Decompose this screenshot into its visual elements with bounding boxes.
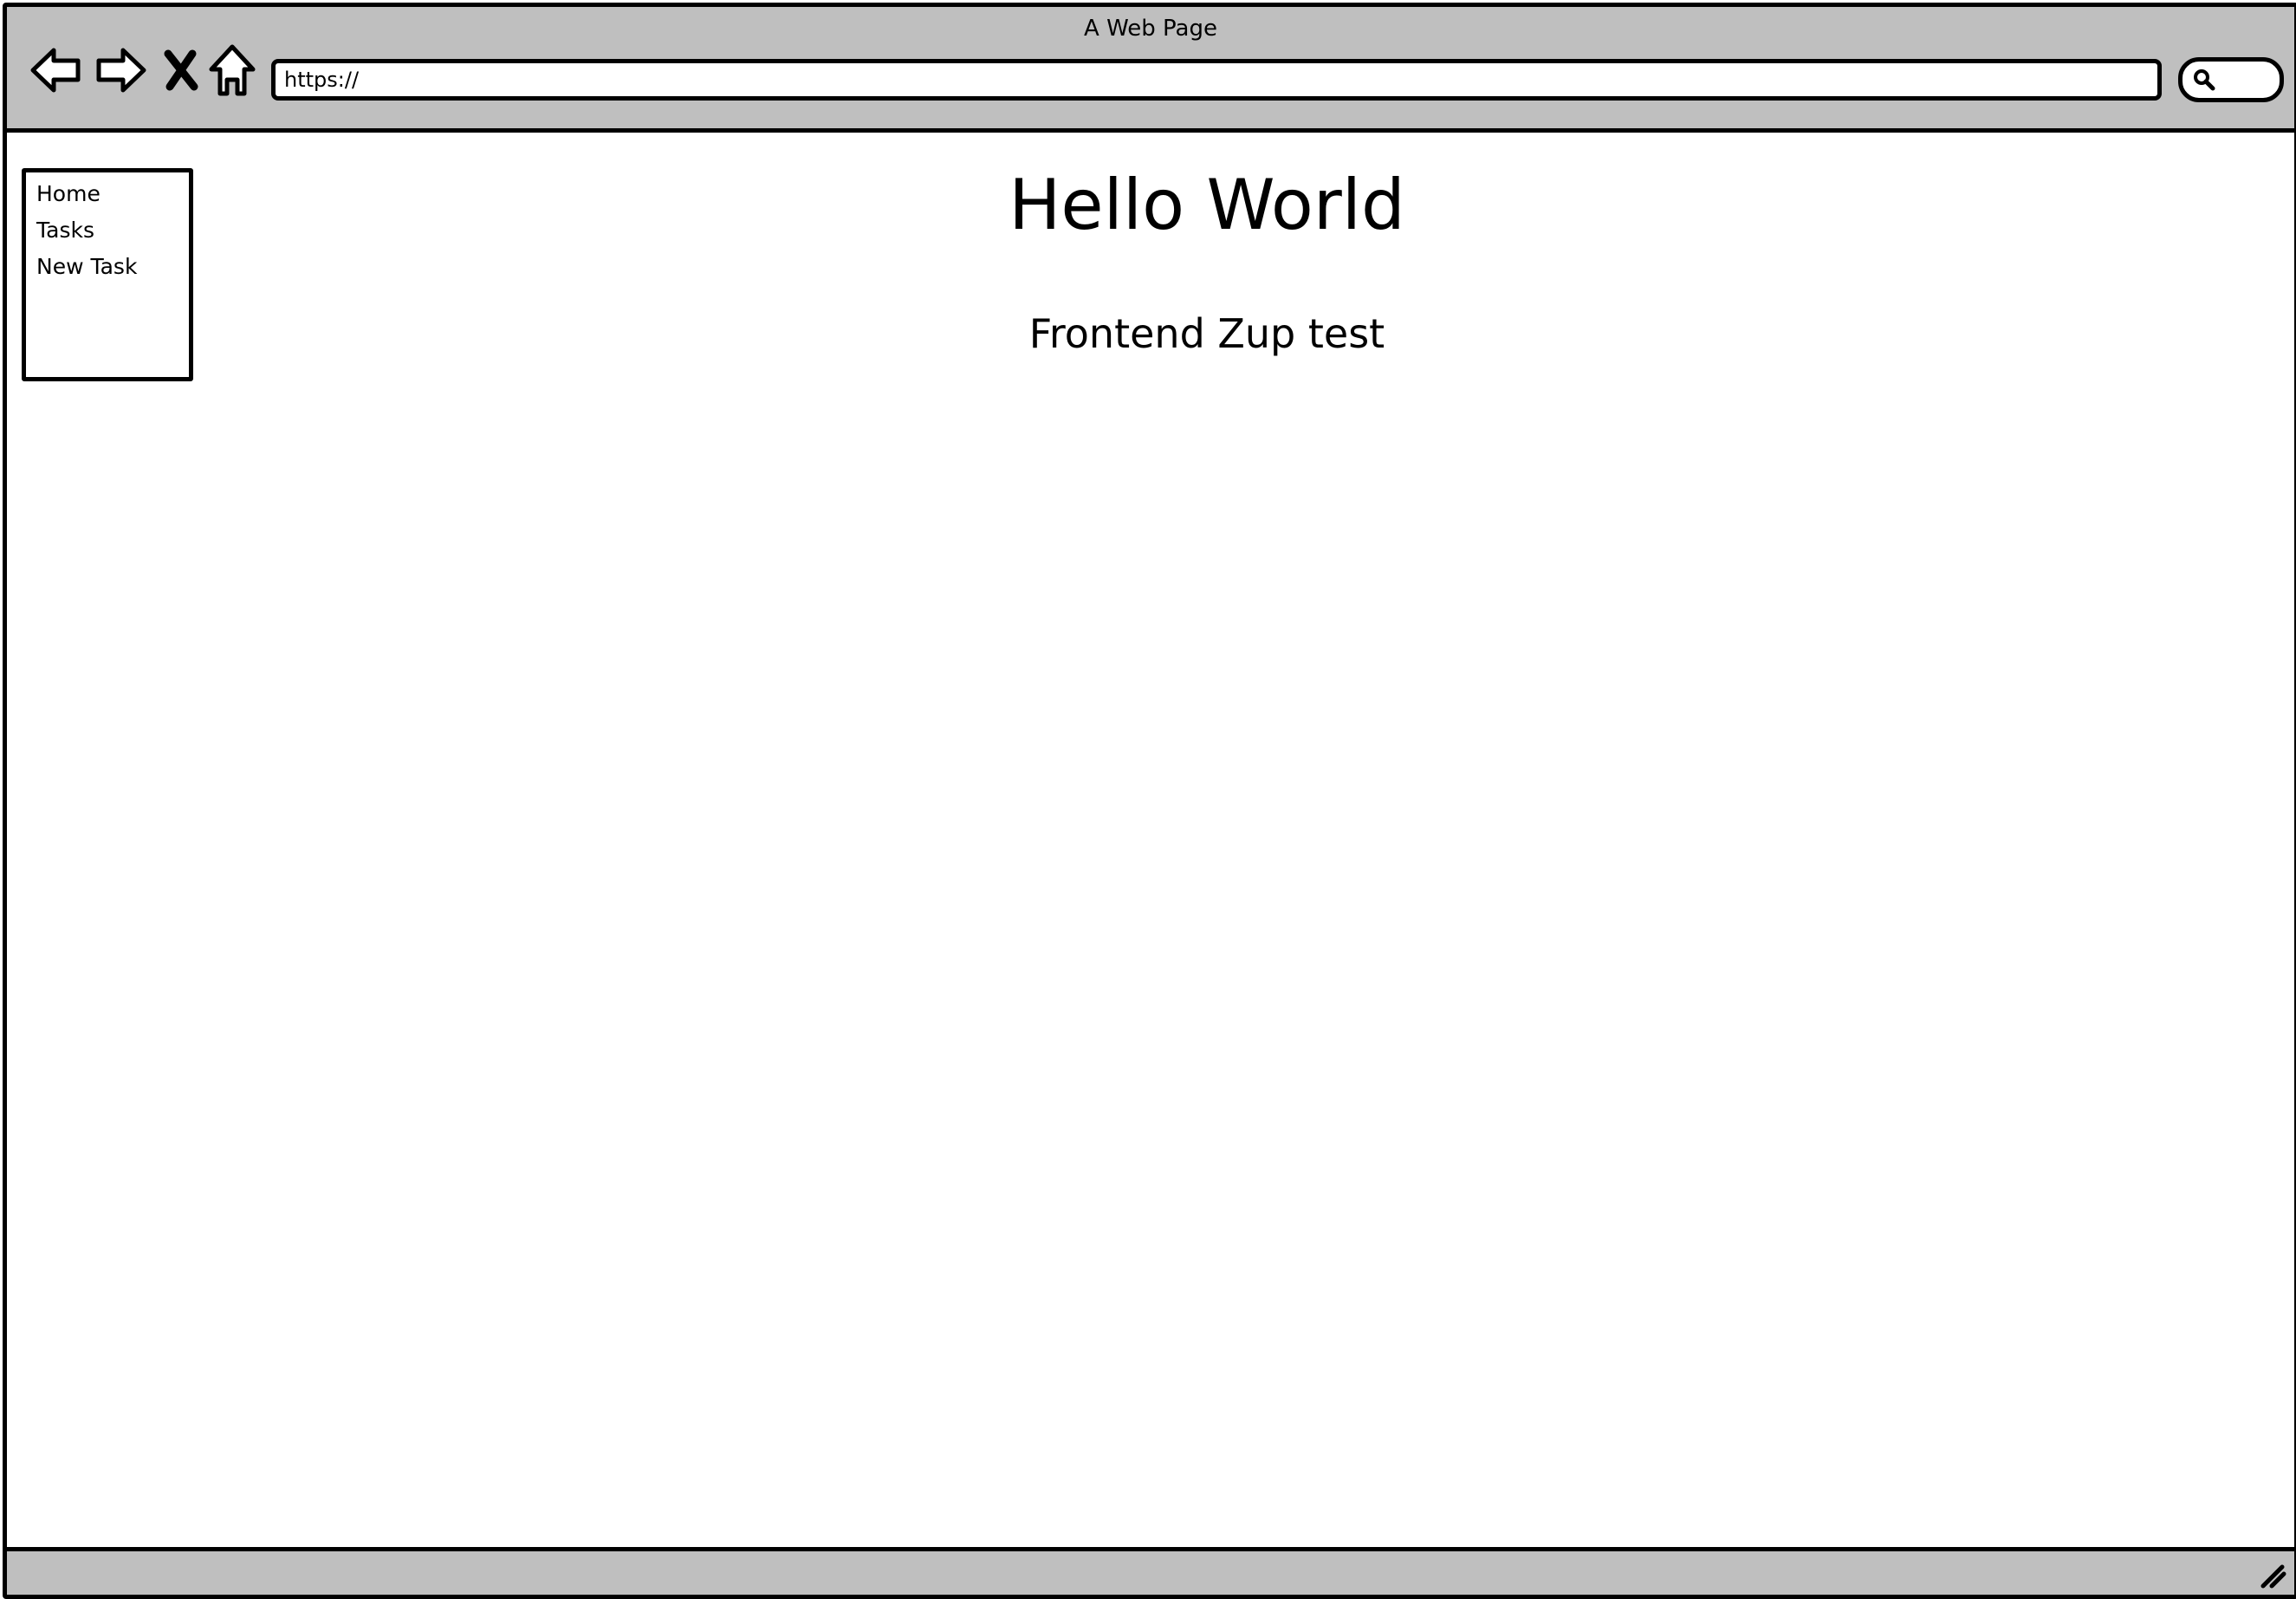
forward-button[interactable] [94, 43, 147, 97]
home-icon [209, 44, 256, 96]
search-icon [2194, 69, 2215, 91]
resize-handle[interactable] [2258, 1560, 2287, 1589]
url-input[interactable]: https:// [271, 59, 2162, 101]
status-bar [7, 1547, 2294, 1595]
arrow-left-icon [30, 48, 81, 93]
resize-grip-icon [2260, 1564, 2286, 1589]
page-subtitle: Frontend Zup test [1028, 310, 1385, 357]
search-input[interactable] [2178, 57, 2284, 102]
page-title: Hello World [1009, 165, 1405, 245]
back-button[interactable] [29, 43, 83, 97]
sidebar-item-new-task[interactable]: New Task [26, 249, 189, 285]
window-title: A Web Page [1084, 16, 1217, 42]
browser-toolbar: A Web Page https:// [7, 7, 2294, 133]
close-x-icon [164, 49, 198, 91]
home-button[interactable] [208, 43, 256, 97]
arrow-right-icon [96, 48, 146, 93]
browser-window: A Web Page https:// Home Tasks New Task … [3, 3, 2296, 1599]
stop-button[interactable] [159, 43, 203, 97]
